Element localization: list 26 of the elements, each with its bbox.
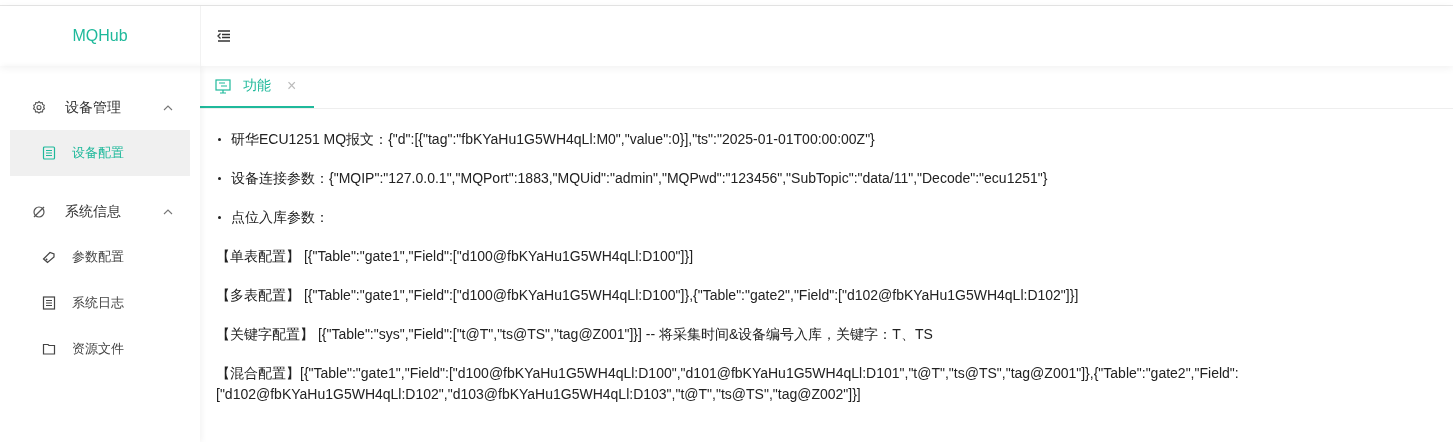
monitor-icon xyxy=(215,78,231,94)
menu-item[interactable]: 资源文件 xyxy=(10,326,190,372)
document-icon xyxy=(42,146,56,160)
config-text: 研华ECU1251 MQ报文：{"d":[{"tag":"fbKYaHu1G5WH4qLl:M0","value":0}],"ts":"2025-01-01T00:00:00Z"} xyxy=(231,130,875,149)
config-text: 【关键字配置】 [{"Table":"sys","Field":["t@T","ts@TS","tag@Z001"]}] -- 将采集时间&设备编号入库，关键字：T、TS xyxy=(216,325,933,344)
menu-fold-icon[interactable] xyxy=(217,30,231,42)
bullet-icon xyxy=(218,216,221,219)
list-icon xyxy=(42,296,56,310)
config-text: 【多表配置】 [{"Table":"gate1","Field":["d100@fbKYaHu1G5WH4qLl:D100"]},{"Table":"gate2","Field":["d102@fbKYaHu1G5WH4qLl:D102"]}] xyxy=(216,286,1079,305)
menu-item[interactable]: 系统日志 xyxy=(10,280,190,326)
tag-icon xyxy=(42,250,56,264)
menu-group[interactable]: 设备管理 xyxy=(0,90,200,126)
config-text: 【单表配置】 [{"Table":"gate1","Field":["d100@fbKYaHu1G5WH4qLl:D100"]}] xyxy=(216,247,694,266)
config-text: 点位入库参数： xyxy=(231,208,329,227)
folder-icon xyxy=(42,342,56,356)
gear-icon xyxy=(31,100,47,116)
app-logo: MQHub xyxy=(0,6,201,66)
caret-icon xyxy=(163,105,173,111)
slashed-circle-icon xyxy=(31,204,47,220)
caret-icon xyxy=(163,209,173,215)
config-text: 【混合配置】[{"Table":"gate1","Field":["d100@fbKYaHu1G5WH4qLl:D100","d101@fbKYaHu1G5WH4qLl:D101","t@T","ts@TS","tag@Z001"]},{"Table":"gate2","Field": ["d102@fbKYaHu1G5WH4qLl:D102","d103@fbKYaHu1G5WH4qLl:D103","t@T","ts@TS","tag@Z002"]}] xyxy=(216,364,1240,404)
bullet-icon xyxy=(218,138,221,141)
menu-group[interactable]: 系统信息 xyxy=(0,194,200,230)
bullet-icon xyxy=(218,177,221,180)
config-text: 设备连接参数：{"MQIP":"127.0.0.1","MQPort":1883,"MQUid":"admin","MQPwd":"123456","SubTopic":"data/11","Decode":"ecu1251"} xyxy=(231,169,1048,188)
menu-item[interactable]: 参数配置 xyxy=(10,234,190,280)
